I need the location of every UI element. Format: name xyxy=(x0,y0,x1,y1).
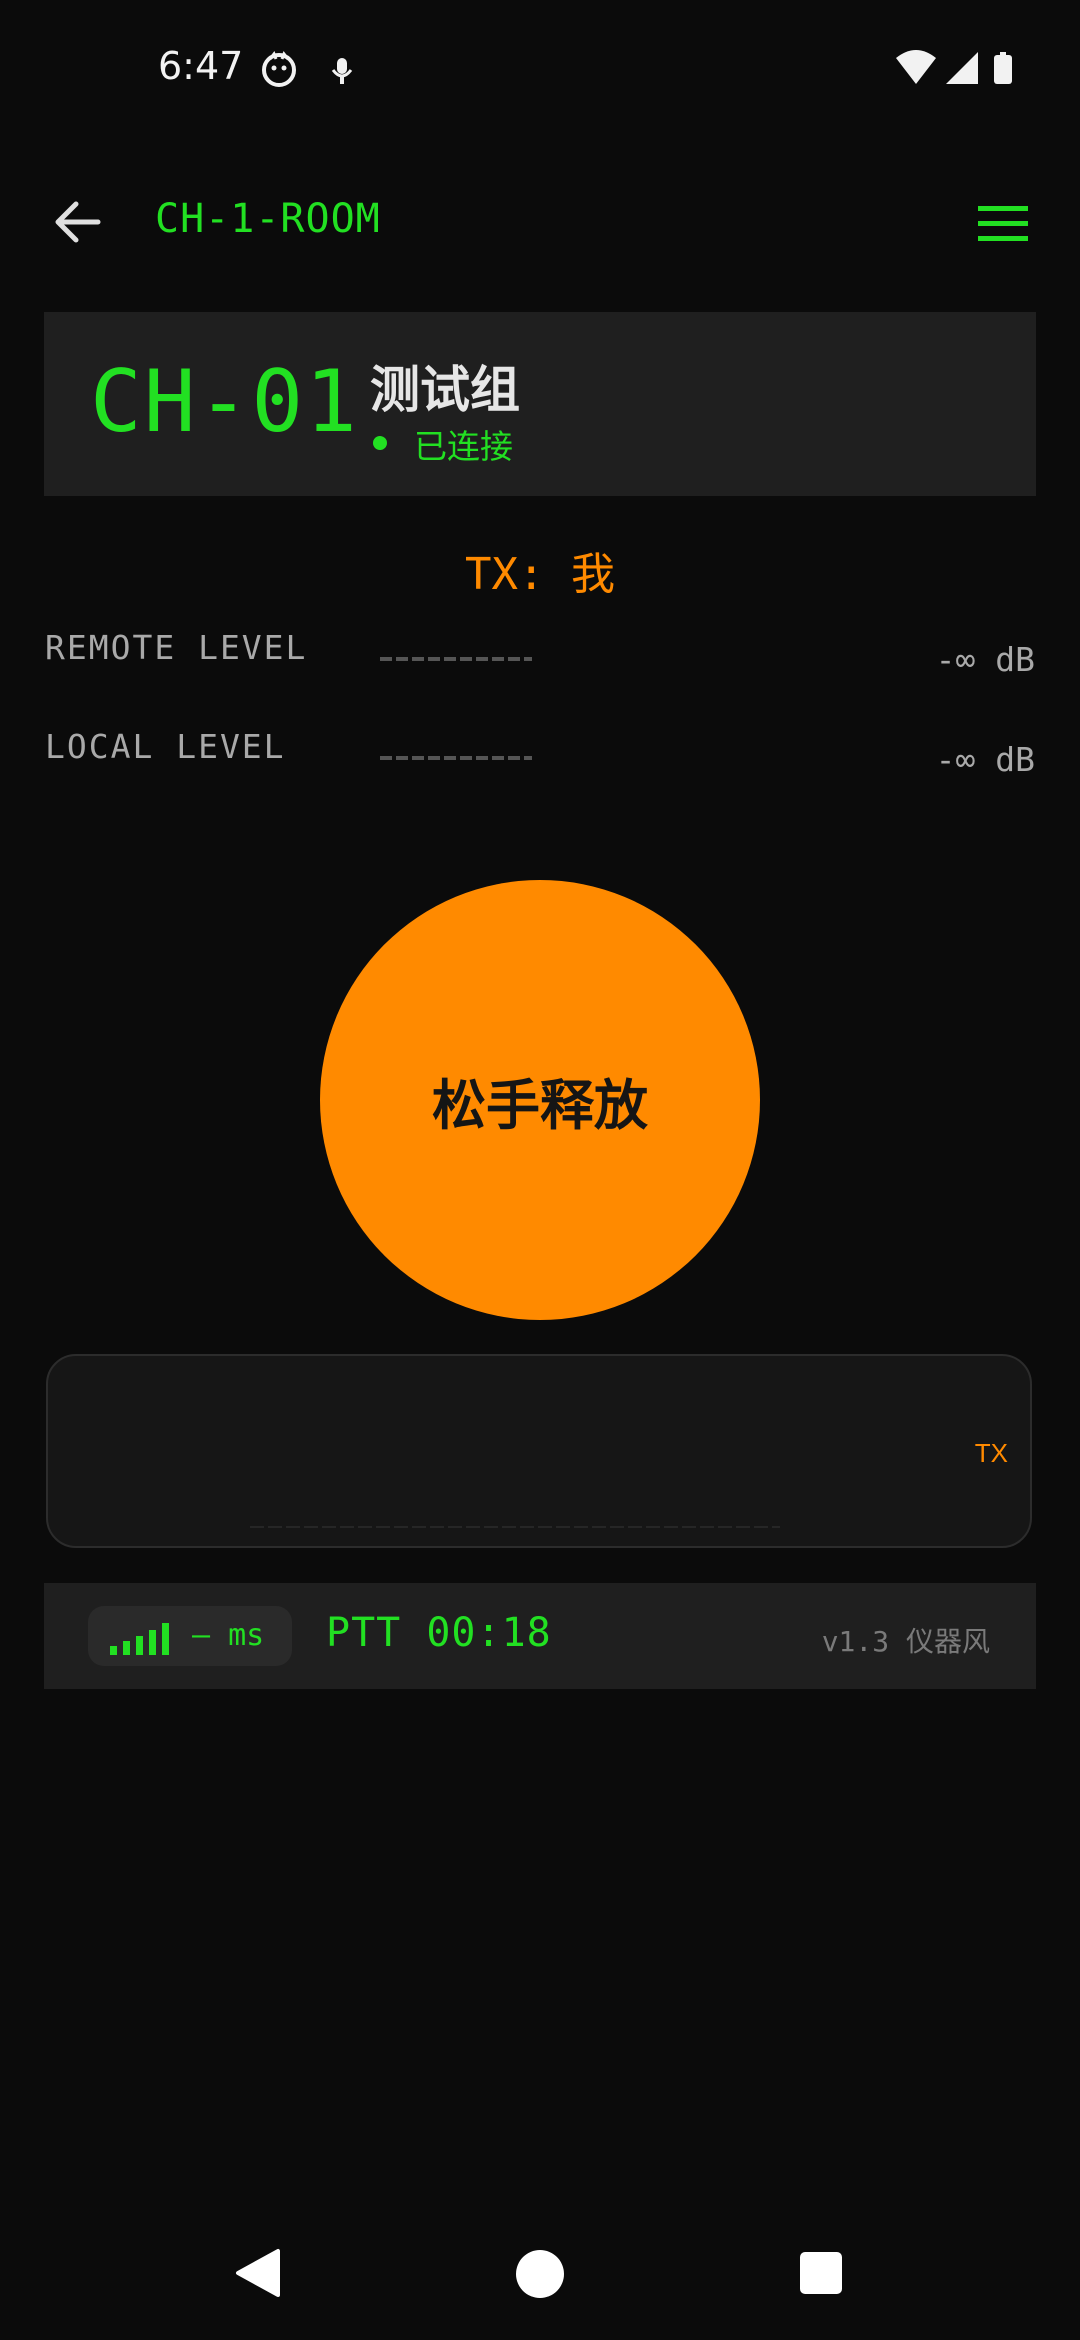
connection-status-dot xyxy=(373,436,387,450)
tx-status: TX: 我 xyxy=(465,549,615,600)
nav-recents-button[interactable] xyxy=(800,2252,842,2294)
local-level-label: LOCAL LEVEL xyxy=(45,727,286,766)
remote-level-value: -∞ dB xyxy=(935,640,1035,679)
local-level-meter xyxy=(380,756,532,760)
room-title: CH-1-ROOM xyxy=(155,196,381,242)
status-time: 6:47 xyxy=(158,44,244,88)
cell-signal-icon xyxy=(946,52,978,84)
channel-id: CH-01 xyxy=(90,352,359,452)
ptt-button-label: 松手释放 xyxy=(432,1073,648,1137)
ptt-button[interactable]: 松手释放 xyxy=(320,880,760,1320)
mic-icon xyxy=(331,58,353,84)
waveform-tx-tag: TX xyxy=(974,1438,1008,1468)
connection-status: 已连接 xyxy=(414,427,513,466)
back-button[interactable] xyxy=(46,190,110,254)
local-level-value: -∞ dB xyxy=(935,740,1035,779)
signal-strength-icon xyxy=(110,1623,169,1655)
hamburger-menu-icon xyxy=(978,206,1028,241)
waveform-panel xyxy=(46,1354,1032,1548)
version-label: v1.3 仪器风 xyxy=(821,1625,990,1658)
wifi-icon xyxy=(896,50,936,84)
nav-home-button[interactable] xyxy=(516,2250,564,2298)
remote-level-label: REMOTE LEVEL xyxy=(45,628,308,667)
cat-face-icon xyxy=(262,51,296,87)
ptt-timer: PTT 00:18 xyxy=(326,1610,552,1656)
status-icons-right xyxy=(896,48,1024,92)
status-icons-left xyxy=(262,50,372,94)
menu-button[interactable] xyxy=(974,196,1034,250)
nav-back-icon[interactable] xyxy=(234,2248,284,2298)
latency-value: — ms xyxy=(192,1618,265,1653)
arrow-left-icon xyxy=(55,201,101,243)
group-name: 测试组 xyxy=(370,361,520,419)
remote-level-meter xyxy=(380,657,532,661)
waveform-baseline xyxy=(250,1526,780,1528)
battery-icon xyxy=(994,52,1012,84)
